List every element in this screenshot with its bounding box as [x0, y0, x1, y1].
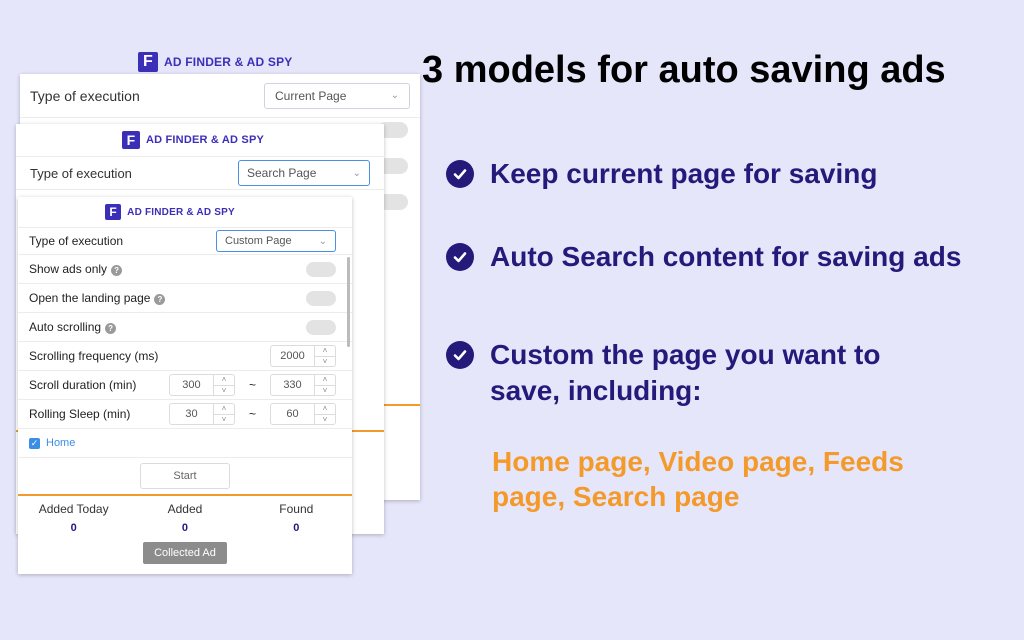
brand-logo-icon: F [121, 131, 140, 149]
stat-added-today: Added Today 0 [24, 502, 124, 534]
open-landing-toggle[interactable] [306, 290, 336, 306]
chevron-up-icon[interactable]: ˄ [214, 375, 234, 385]
feature-text: Keep current page for saving [490, 158, 878, 189]
collected-ad-button[interactable]: Collected Ad [143, 542, 227, 564]
feature-text: Custom the page you want to save, includ… [490, 339, 881, 406]
rolling-sleep-label: Rolling Sleep (min) [29, 407, 131, 421]
select-value: Custom Page [225, 235, 292, 247]
brand-logo-icon: F [105, 204, 122, 220]
brand-name: AD FINDER & AD SPY [127, 206, 235, 218]
question-icon[interactable]: ? [105, 323, 117, 334]
check-circle-icon [446, 243, 474, 271]
stat-label: Added Today [38, 502, 109, 516]
stepper-value: 300 [182, 379, 201, 391]
home-checkbox[interactable]: ✓ [29, 437, 40, 449]
scroll-duration-label: Scroll duration (min) [29, 378, 137, 392]
chevron-down-icon[interactable]: ˅ [213, 413, 234, 425]
chevron-down-icon: ⌄ [352, 167, 361, 179]
question-icon[interactable]: ? [154, 294, 166, 305]
select-value: Current Page [275, 88, 347, 103]
stat-value: 0 [293, 522, 300, 534]
stat-found: Found 0 [246, 502, 346, 534]
show-ads-only-label: Show ads only? [29, 262, 123, 276]
execution-type-select[interactable]: Current Page ⌄ [264, 82, 410, 109]
rolling-sleep-min-stepper[interactable]: 30 ˄ ˅ [168, 403, 235, 425]
scroll-duration-min-stepper[interactable]: 300 ˄ ˅ [168, 374, 235, 396]
auto-scrolling-label: Auto scrolling? [29, 320, 117, 334]
brand-logo-icon: F [138, 52, 158, 72]
chevron-up-icon[interactable]: ˄ [315, 346, 335, 356]
scrollbar[interactable] [347, 257, 350, 347]
chevron-up-icon[interactable]: ˄ [315, 404, 335, 414]
execution-type-select[interactable]: Search Page ⌄ [238, 160, 370, 186]
execution-type-label: Type of execution [30, 87, 140, 104]
scroll-frequency-stepper[interactable]: 2000 ˄ ˅ [270, 345, 336, 367]
chevron-up-icon[interactable]: ˄ [315, 375, 335, 385]
feature-item: Custom the page you want to save, includ… [446, 337, 986, 409]
question-icon[interactable]: ? [111, 265, 123, 276]
headline: 3 models for auto saving ads [422, 49, 946, 91]
stepper-value: 2000 [280, 350, 305, 362]
stat-label: Found [279, 502, 314, 516]
feature-item: Auto Search content for saving ads [446, 239, 986, 275]
chevron-down-icon: ⌄ [390, 90, 399, 101]
brand-logo: F AD FINDER & AD SPY [18, 197, 352, 227]
scroll-frequency-label: Scrolling frequency (ms) [29, 349, 159, 363]
brand-logo: F AD FINDER & AD SPY [16, 124, 384, 156]
panel-custom-page: F AD FINDER & AD SPY Type of execution C… [18, 197, 352, 574]
stepper-value: 60 [286, 408, 299, 420]
stepper-value: 30 [185, 408, 198, 420]
chevron-down-icon[interactable]: ˅ [315, 413, 335, 425]
stat-value: 0 [70, 522, 77, 534]
brand-logo: F AD FINDER & AD SPY [138, 52, 293, 72]
open-landing-label: Open the landing page? [29, 291, 166, 305]
brand-name: AD FINDER & AD SPY [145, 134, 265, 146]
chevron-down-icon[interactable]: ˅ [315, 384, 335, 396]
stat-value: 0 [181, 522, 189, 534]
chevron-down-icon: ⌄ [318, 235, 327, 247]
chevron-down-icon[interactable]: ˅ [213, 384, 234, 396]
chevron-down-icon[interactable]: ˅ [315, 355, 335, 367]
execution-type-label: Type of execution [29, 234, 124, 248]
check-circle-icon [446, 341, 474, 369]
brand-name: AD FINDER & AD SPY [164, 55, 293, 69]
range-separator: ~ [248, 378, 256, 392]
auto-scrolling-toggle[interactable] [306, 319, 336, 335]
home-checkbox-label[interactable]: Home [46, 437, 75, 449]
feature-item: Keep current page for saving [446, 156, 986, 192]
stat-added: Added 0 [135, 502, 235, 534]
page-types-highlight: Home page, Video page, Feeds page, Searc… [492, 446, 904, 512]
start-button[interactable]: Start [140, 463, 230, 489]
stepper-value: 330 [283, 379, 302, 391]
select-value: Search Page [247, 166, 317, 180]
open-landing-text: Open the landing page [29, 291, 151, 305]
feature-text: Auto Search content for saving ads [490, 241, 962, 272]
stat-label: Added [167, 502, 203, 516]
check-circle-icon [446, 160, 474, 188]
range-separator: ~ [248, 407, 256, 421]
stats-row: Added Today 0 Added 0 Found 0 [18, 496, 352, 534]
rolling-sleep-max-stepper[interactable]: 60 ˄ ˅ [270, 403, 336, 425]
scroll-duration-max-stepper[interactable]: 330 ˄ ˅ [270, 374, 336, 396]
show-ads-only-toggle[interactable] [306, 261, 336, 277]
execution-type-select[interactable]: Custom Page ⌄ [216, 230, 336, 252]
chevron-up-icon[interactable]: ˄ [214, 404, 234, 414]
show-ads-only-text: Show ads only [29, 262, 108, 276]
auto-scrolling-text: Auto scrolling [29, 320, 102, 334]
execution-type-label: Type of execution [30, 165, 132, 181]
